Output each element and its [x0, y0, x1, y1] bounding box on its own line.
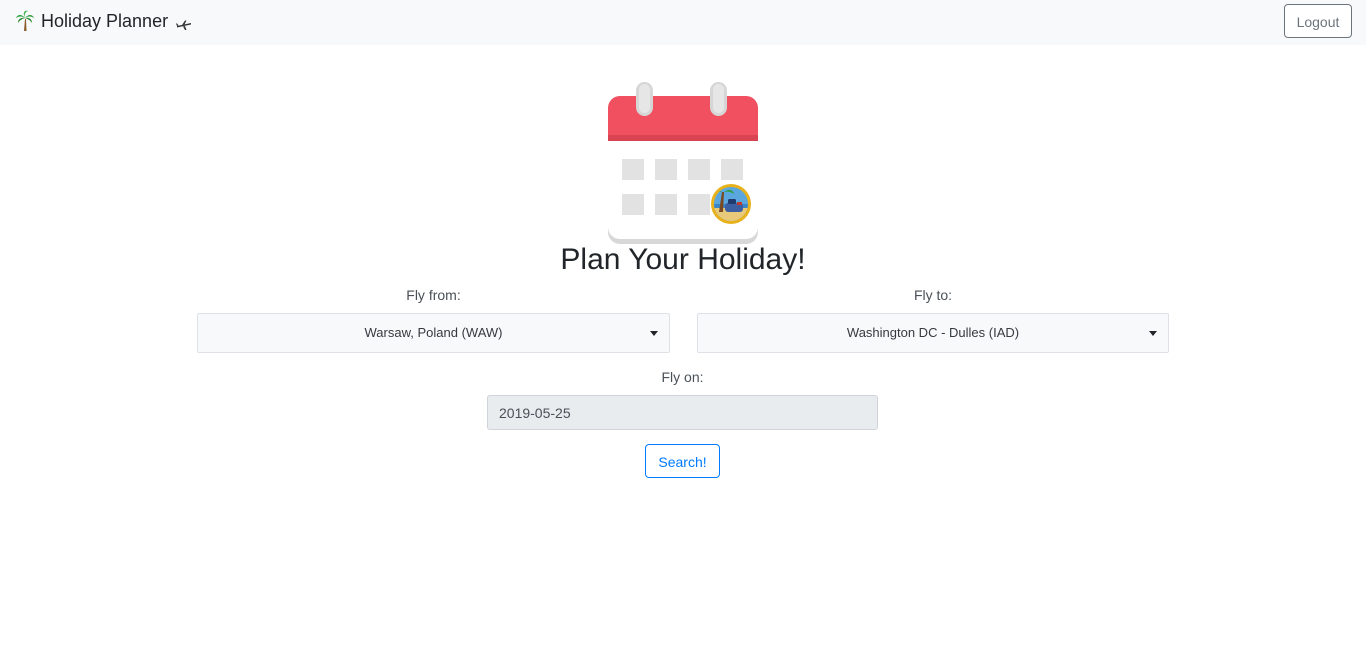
- logout-button[interactable]: Logout: [1284, 4, 1352, 38]
- page-title: Plan Your Holiday!: [560, 243, 806, 276]
- fly-to-select[interactable]: Washington DC - Dulles (IAD): [697, 313, 1169, 353]
- fly-to-value: Washington DC - Dulles (IAD): [846, 325, 1020, 340]
- fly-to-label: Fly to:: [913, 287, 953, 303]
- brand-title: Holiday Planner: [41, 10, 169, 31]
- caret-down-icon: [650, 331, 658, 336]
- calendar-icon: [606, 80, 760, 246]
- caret-down-icon: [1149, 331, 1157, 336]
- search-button[interactable]: Search!: [645, 444, 720, 478]
- fly-from-value: Warsaw, Poland (WAW): [364, 325, 503, 340]
- fly-from-select[interactable]: Warsaw, Poland (WAW): [197, 313, 670, 353]
- fly-on-label: Fly on:: [661, 369, 704, 385]
- navbar: Holiday Planner Logout: [0, 0, 1366, 45]
- fly-on-date-input[interactable]: [487, 395, 878, 430]
- palm-tree-icon: [15, 10, 35, 32]
- airplane-icon: [176, 15, 192, 30]
- fly-from-label: Fly from:: [406, 287, 461, 303]
- brand-link[interactable]: Holiday Planner: [15, 8, 192, 34]
